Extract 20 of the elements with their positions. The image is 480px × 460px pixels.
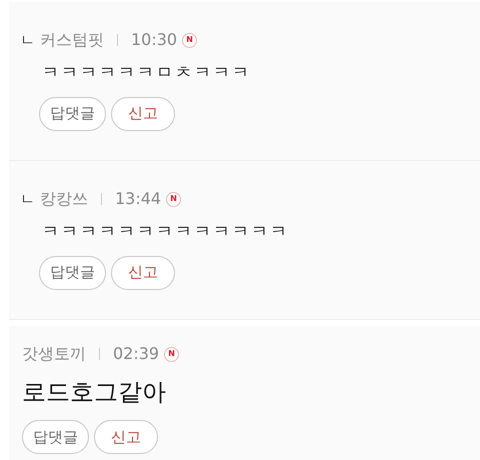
report-button[interactable]: 신고 <box>111 256 175 290</box>
new-badge: N <box>164 346 180 362</box>
author-name[interactable]: 커스텀핏 <box>40 28 104 52</box>
comment-time: 10:30 <box>131 29 178 51</box>
comment-text: ㅋㅋㅋㅋㅋㅋㅋㅋㅋㅋㅋㅋㅋ <box>41 221 290 244</box>
comment-text: 로드호그같아 <box>22 377 167 408</box>
comment-time: 13:44 <box>115 188 162 210</box>
reply-mark: ㄴ <box>20 30 36 51</box>
reply-mark: ㄴ <box>20 188 36 210</box>
comment-time: 02:39 <box>113 343 160 365</box>
reply-button[interactable]: 답댓글 <box>39 256 106 290</box>
reply-button[interactable]: 답댓글 <box>39 96 106 130</box>
new-badge: N <box>166 192 182 206</box>
author-name[interactable]: 캉캉쓰 <box>40 187 88 211</box>
new-badge: N <box>182 32 198 48</box>
author-name[interactable]: 갓생토끼 <box>22 342 86 366</box>
reply-button[interactable]: 답댓글 <box>22 420 89 454</box>
report-button[interactable]: 신고 <box>111 96 175 130</box>
report-button[interactable]: 신고 <box>94 420 158 454</box>
comment-text: ㅋㅋㅋㅋㅋㅋㅁㅊㅋㅋㅋ <box>41 62 252 85</box>
